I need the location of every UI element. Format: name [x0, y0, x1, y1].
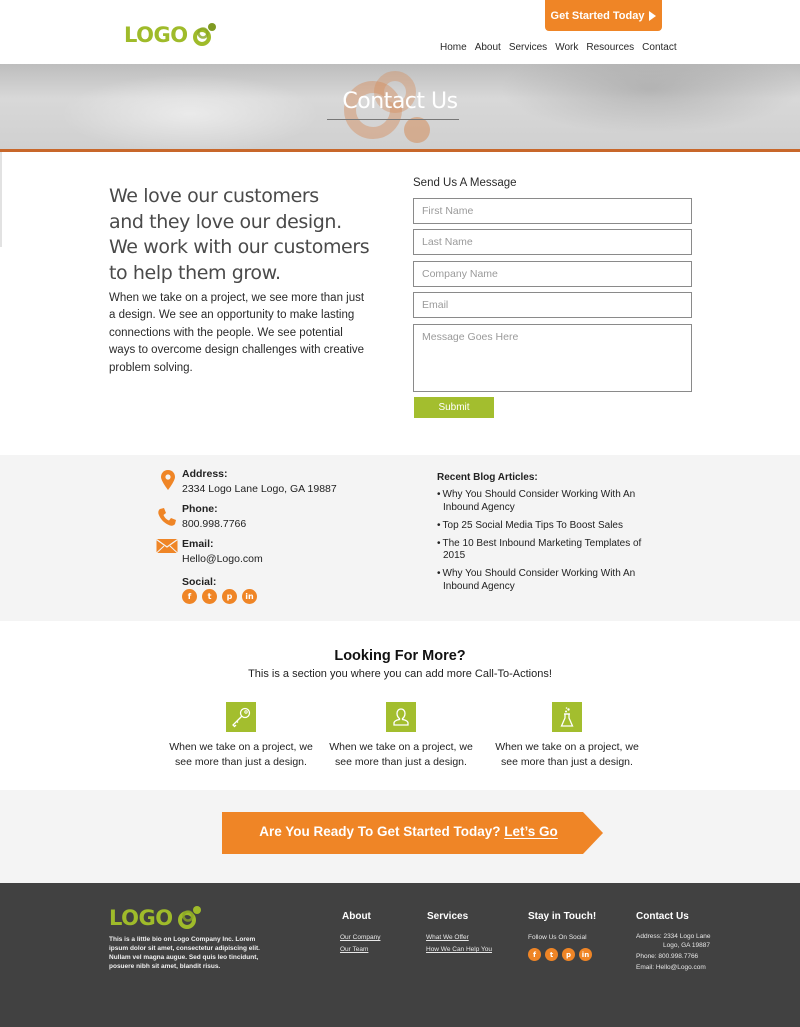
get-started-button[interactable]: Get Started Today: [545, 0, 662, 31]
nav-work[interactable]: Work: [555, 42, 578, 53]
intro-heading-line: to help them grow.: [109, 261, 281, 284]
intro-heading-line: We work with our customers: [109, 236, 370, 258]
banner-arrow-tip: [583, 812, 603, 854]
facebook-icon[interactable]: f: [182, 589, 197, 604]
footer-contact-email: Email: Hello@Logo.com: [636, 964, 706, 971]
nav-services[interactable]: Services: [509, 42, 547, 53]
contact-info-section: [0, 455, 800, 621]
footer-logo-text: LOGO: [109, 906, 173, 930]
cta-card-text: When we take on a project, we see more t…: [495, 741, 639, 768]
footer-logo-mark-icon: [177, 905, 203, 931]
banner-text: Are You Ready To Get Started Today? Let’…: [222, 824, 583, 839]
envelope-icon: [156, 538, 178, 560]
left-edge-strip: [0, 152, 2, 247]
user-icon: [386, 702, 416, 732]
hero-decor-dot: [404, 117, 430, 143]
footer-logo[interactable]: LOGO: [109, 905, 203, 931]
cta-card[interactable]: When we take on a project, we see more t…: [326, 702, 476, 770]
first-name-input[interactable]: [413, 198, 692, 224]
footer-follow-text: Follow Us On Social: [528, 934, 587, 941]
blog-article-link[interactable]: Why You Should Consider Working With An …: [437, 489, 647, 514]
footer-bio: This is a little bio on Logo Company Inc…: [109, 936, 260, 970]
footer-contact-address: Address: 2334 Logo Lane: [636, 933, 711, 940]
blog-article-link[interactable]: Why You Should Consider Working With An …: [437, 568, 647, 593]
last-name-input[interactable]: [413, 229, 692, 255]
address-value: 2334 Logo Lane Logo, GA 19887: [182, 483, 337, 495]
play-arrow-icon: [649, 10, 657, 21]
submit-button[interactable]: Submit: [414, 397, 494, 418]
logo-text: LOGO: [124, 23, 188, 47]
social-label: Social:: [182, 576, 217, 588]
site-header: LOGO Get Started Today Home About Servic…: [0, 0, 800, 64]
blog-list: Why You Should Consider Working With An …: [437, 489, 647, 599]
footer-contact-title: Contact Us: [636, 911, 689, 922]
nav-contact[interactable]: Contact: [642, 42, 676, 53]
company-name-input[interactable]: [413, 261, 692, 287]
footer-link-what-we-offer[interactable]: What We Offer: [426, 934, 469, 941]
email-input[interactable]: [413, 292, 692, 318]
phone-label: Phone:: [182, 503, 218, 515]
footer-contact-address-line2: Logo, GA 19887: [663, 942, 710, 949]
cta-card[interactable]: When we take on a project, we see more t…: [166, 702, 316, 770]
more-section-subtitle: This is a section you where you can add …: [248, 668, 552, 680]
facebook-icon[interactable]: f: [528, 948, 541, 961]
footer-link-how-we-help[interactable]: How We Can Help You: [426, 946, 492, 953]
get-started-banner[interactable]: Are You Ready To Get Started Today? Let’…: [222, 812, 603, 854]
more-section-title: Looking For More?: [334, 648, 466, 664]
page-title: Contact Us: [342, 89, 458, 114]
logo-mark-icon: [192, 22, 218, 48]
flask-icon: [552, 702, 582, 732]
footer-about-title: About: [342, 911, 371, 922]
linkedin-icon[interactable]: in: [242, 589, 257, 604]
pinterest-icon[interactable]: p: [562, 948, 575, 961]
main-nav: Home About Services Work Resources Conta…: [440, 42, 685, 53]
address-label: Address:: [182, 468, 228, 480]
key-icon: [226, 702, 256, 732]
phone-value[interactable]: 800.998.7766: [182, 518, 246, 530]
title-underline: [327, 119, 459, 120]
cta-card-text: When we take on a project, we see more t…: [329, 741, 473, 768]
nav-resources[interactable]: Resources: [586, 42, 634, 53]
phone-icon: [156, 506, 178, 528]
banner-question: Are You Ready To Get Started Today?: [259, 824, 501, 839]
intro-heading-line: We love our customers: [109, 185, 319, 207]
email-label: Email:: [182, 538, 214, 550]
footer-link-our-team[interactable]: Our Team: [340, 946, 368, 953]
blog-article-link[interactable]: The 10 Best Inbound Marketing Templates …: [437, 538, 647, 563]
intro-heading-line: and they love our design.: [109, 210, 342, 233]
twitter-icon[interactable]: t: [202, 589, 217, 604]
email-value[interactable]: Hello@Logo.com: [182, 553, 263, 565]
footer-touch-title: Stay in Touch!: [528, 911, 597, 922]
footer-contact-phone: Phone: 800.998.7766: [636, 953, 699, 960]
twitter-icon[interactable]: t: [545, 948, 558, 961]
footer-social-links: f t p in: [528, 948, 592, 961]
lets-go-link[interactable]: Let’s Go: [504, 824, 558, 839]
hero-divider: [0, 149, 800, 152]
hero-banner: Contact Us: [0, 64, 800, 150]
blog-title: Recent Blog Articles:: [437, 472, 538, 483]
blog-article-link[interactable]: Top 25 Social Media Tips To Boost Sales: [437, 520, 647, 533]
footer-link-our-company[interactable]: Our Company: [340, 934, 380, 941]
map-pin-icon: [157, 469, 179, 491]
footer-services-title: Services: [427, 911, 469, 922]
cta-card-text: When we take on a project, we see more t…: [169, 741, 313, 768]
linkedin-icon[interactable]: in: [579, 948, 592, 961]
pinterest-icon[interactable]: p: [222, 589, 237, 604]
nav-home[interactable]: Home: [440, 42, 467, 53]
intro-heading: We love our customers and they love our …: [109, 184, 389, 286]
cta-card[interactable]: When we take on a project, we see more t…: [492, 702, 642, 770]
intro-body: When we take on a project, we see more t…: [109, 292, 365, 374]
nav-about[interactable]: About: [475, 42, 501, 53]
logo[interactable]: LOGO: [124, 22, 218, 48]
message-textarea[interactable]: [413, 324, 692, 392]
form-title: Send Us A Message: [413, 177, 517, 189]
get-started-label: Get Started Today: [550, 9, 645, 22]
social-links: f t p in: [182, 589, 257, 604]
